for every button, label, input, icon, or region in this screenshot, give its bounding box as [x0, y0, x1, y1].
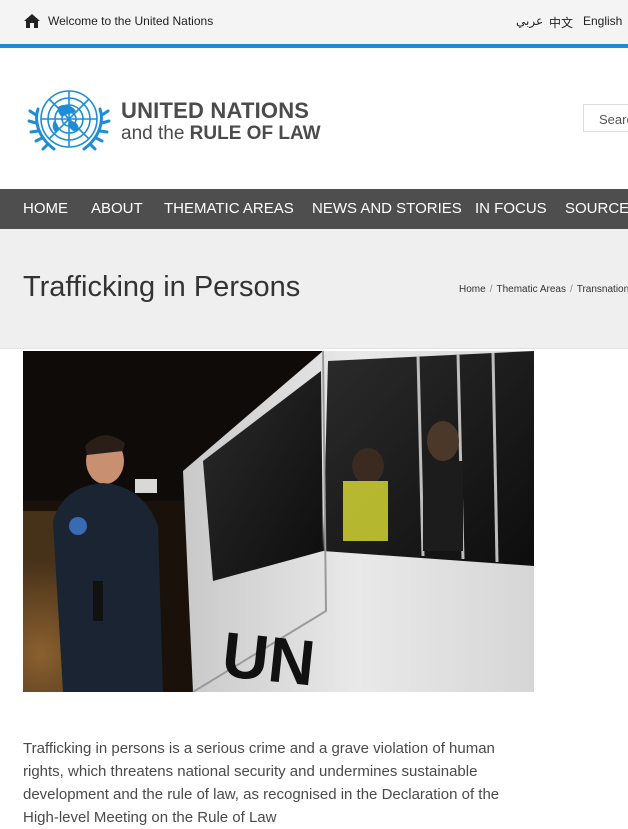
brand-subtitle-main: RULE OF LAW [189, 123, 321, 144]
page-title: Trafficking in Persons [23, 271, 301, 303]
breadcrumb: Home/Thematic Areas/Transnational [459, 284, 628, 295]
brand-subtitle: and the RULE OF LAW [121, 123, 321, 145]
un-emblem-logo[interactable] [24, 81, 114, 157]
accent-line [0, 44, 628, 48]
search-input[interactable]: Search [583, 104, 628, 132]
van-lettering: UN [219, 618, 318, 692]
breadcrumb-separator: / [569, 284, 573, 295]
nav-about[interactable]: ABOUT [91, 200, 143, 217]
breadcrumb-thematic-areas[interactable]: Thematic Areas [496, 284, 565, 295]
intro-paragraph: Trafficking in persons is a serious crim… [23, 740, 500, 826]
brand-subtitle-prefix: and the [121, 123, 190, 144]
language-chinese[interactable]: 中文 [549, 14, 573, 31]
breadcrumb-home[interactable]: Home [459, 284, 486, 295]
language-english[interactable]: English [583, 14, 622, 28]
hero-photo-illustration: UN [23, 351, 534, 692]
main-navigation: HOME ABOUT THEMATIC AREAS NEWS AND STORI… [0, 189, 628, 229]
hero-photo: UN [23, 351, 534, 692]
welcome-link[interactable]: Welcome to the United Nations [48, 14, 213, 28]
breadcrumb-transnational[interactable]: Transnational [577, 284, 628, 295]
nav-news-and-stories[interactable]: NEWS AND STORIES [312, 200, 462, 217]
nav-in-focus[interactable]: IN FOCUS [475, 200, 547, 217]
nav-sources[interactable]: SOURCES [565, 200, 628, 217]
brand-title: UNITED NATIONS [121, 98, 310, 123]
breadcrumb-separator: / [489, 284, 493, 295]
top-bar: Welcome to the United Nations عربي 中文 En… [0, 0, 628, 44]
nav-thematic-areas[interactable]: THEMATIC AREAS [164, 200, 294, 217]
language-arabic[interactable]: عربي [516, 14, 543, 28]
nav-home[interactable]: HOME [23, 200, 68, 217]
page-header: Trafficking in Persons Home / Thematic Are… [0, 229, 628, 349]
home-icon[interactable] [24, 14, 40, 28]
